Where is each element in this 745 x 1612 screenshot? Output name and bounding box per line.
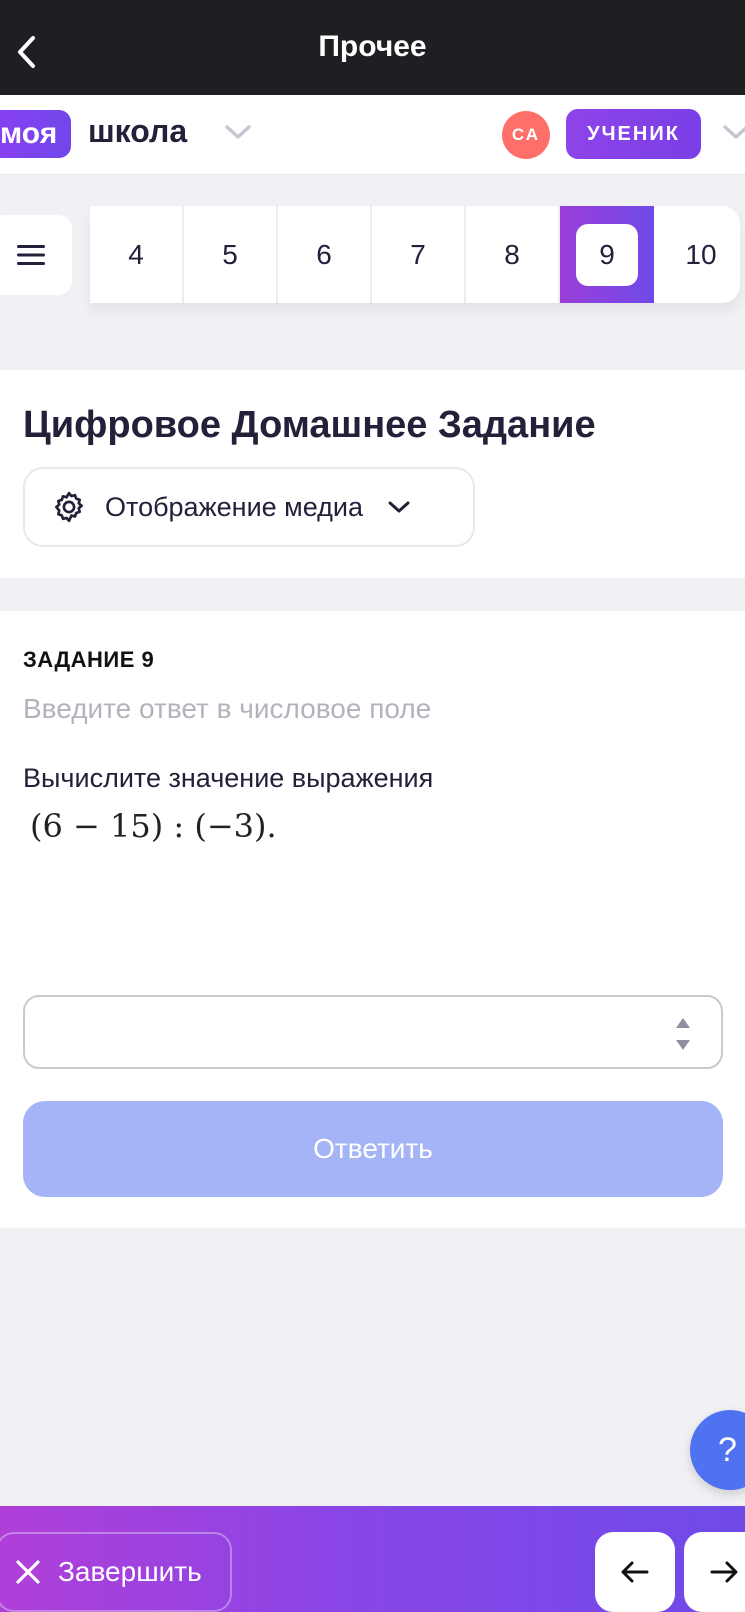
task-number-nav: 4 5 6 7 8 9 10 <box>90 206 740 303</box>
help-button[interactable]: ? <box>690 1410 745 1490</box>
brand-logo-text: школа <box>88 113 188 149</box>
hamburger-menu-icon <box>17 245 45 265</box>
task-number-8[interactable]: 8 <box>466 206 560 303</box>
task-question: Вычислите значение выражения <box>23 763 434 793</box>
brand-bar: моя школа СА УЧЕНИК <box>0 95 745 175</box>
task-expression: (6 − 15) : (−3). <box>30 807 277 845</box>
page-header-title: Прочее <box>318 30 427 63</box>
task-number-4[interactable]: 4 <box>90 206 184 303</box>
bottom-bar: Завершить <box>0 1506 745 1612</box>
task-number-7[interactable]: 7 <box>372 206 466 303</box>
arrow-left-icon <box>621 1561 649 1583</box>
finish-button[interactable]: Завершить <box>0 1532 232 1612</box>
task-number-10[interactable]: 10 <box>654 206 740 303</box>
submit-answer-button[interactable]: Ответить <box>23 1101 723 1197</box>
answer-input[interactable] <box>41 1009 641 1055</box>
role-chevron-down-icon[interactable] <box>722 123 745 146</box>
school-selector-chevron-icon[interactable] <box>224 123 252 146</box>
media-dropdown-label: Отображение медиа <box>105 491 364 522</box>
task-number-5[interactable]: 5 <box>184 206 278 303</box>
avatar[interactable]: СА <box>502 111 550 159</box>
chevron-down-icon <box>387 499 411 515</box>
homework-header-card: Цифровое Домашнее Задание Отображение ме… <box>0 370 745 578</box>
close-icon <box>14 1558 42 1586</box>
task-hint: Введите ответ в числовое поле <box>23 693 432 724</box>
task-card: ЗАДАНИЕ 9 Введите ответ в числовое поле … <box>0 611 745 1228</box>
task-number-6[interactable]: 6 <box>278 206 372 303</box>
task-number-label: ЗАДАНИЕ 9 <box>23 647 155 672</box>
next-task-button[interactable] <box>684 1532 745 1612</box>
gear-icon <box>51 489 87 525</box>
page-title: Цифровое Домашнее Задание <box>23 404 596 446</box>
answer-number-field[interactable] <box>23 995 723 1069</box>
previous-task-button[interactable] <box>595 1532 675 1612</box>
brand-logo-badge: моя <box>0 110 72 158</box>
task-number-9-selected[interactable]: 9 <box>560 206 654 303</box>
finish-label: Завершить <box>58 1556 202 1587</box>
top-bar: Прочее <box>0 0 745 95</box>
number-spinner-icon[interactable] <box>673 1015 693 1053</box>
menu-button[interactable] <box>0 215 72 295</box>
arrow-right-icon <box>710 1561 738 1583</box>
media-display-dropdown[interactable]: Отображение медиа <box>23 467 475 547</box>
role-badge[interactable]: УЧЕНИК <box>566 109 701 159</box>
